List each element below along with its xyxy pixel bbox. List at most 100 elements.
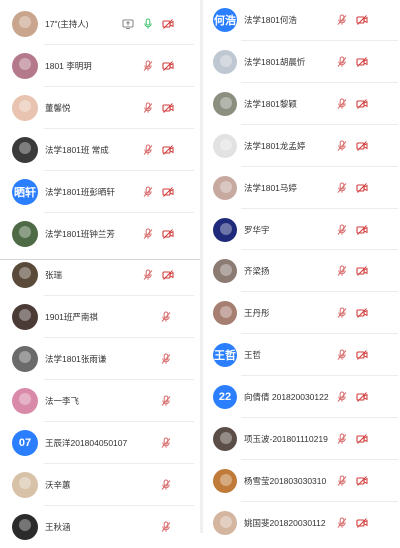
- mic-muted-icon[interactable]: [142, 144, 154, 156]
- participant-row[interactable]: 法学1801龙孟婷: [203, 125, 400, 167]
- video-off-icon[interactable]: [356, 433, 368, 445]
- participant-avatar[interactable]: [213, 217, 237, 242]
- mic-muted-icon[interactable]: [160, 437, 172, 449]
- participant-row[interactable]: 项玉波-201801110219: [203, 418, 400, 460]
- mic-muted-icon[interactable]: [142, 269, 154, 281]
- participant-avatar[interactable]: [213, 176, 237, 200]
- participant-avatar[interactable]: [12, 346, 38, 372]
- participant-avatar[interactable]: [12, 262, 38, 288]
- participant-row[interactable]: 沃辛蕙: [0, 464, 200, 506]
- video-off-icon[interactable]: [356, 14, 368, 26]
- participant-row[interactable]: 07 王辰洋201804050107: [0, 422, 200, 464]
- video-off-icon[interactable]: [356, 224, 368, 236]
- participant-row[interactable]: 晒轩 法学1801班彭晒轩: [0, 171, 200, 213]
- participant-row[interactable]: 法一李飞: [0, 380, 200, 422]
- video-off-icon[interactable]: [356, 140, 368, 152]
- mic-muted-icon[interactable]: [336, 307, 348, 319]
- participant-row[interactable]: 17"(主持人): [0, 2, 200, 45]
- participant-avatar[interactable]: [12, 472, 38, 498]
- mic-muted-icon[interactable]: [336, 56, 348, 68]
- video-off-icon[interactable]: [162, 186, 174, 198]
- video-off-icon[interactable]: [162, 269, 174, 281]
- participant-row[interactable]: 法学1801班 常成: [0, 129, 200, 171]
- participant-avatar[interactable]: 王哲: [213, 343, 237, 367]
- video-off-icon[interactable]: [356, 475, 368, 487]
- participant-avatar[interactable]: [213, 92, 237, 116]
- video-off-icon[interactable]: [162, 102, 174, 114]
- participant-avatar[interactable]: [12, 514, 38, 540]
- mic-muted-icon[interactable]: [336, 265, 348, 277]
- participant-row[interactable]: 法学1801马婷: [203, 167, 400, 209]
- participant-row[interactable]: 1901班严南祺: [0, 296, 200, 338]
- participant-avatar[interactable]: [12, 53, 38, 79]
- participant-row[interactable]: 王丹彤: [203, 292, 400, 334]
- participant-avatar[interactable]: [213, 134, 237, 158]
- video-off-icon[interactable]: [162, 60, 174, 72]
- participant-avatar[interactable]: 22: [213, 385, 237, 409]
- mic-muted-icon[interactable]: [160, 353, 172, 365]
- participant-avatar[interactable]: [12, 137, 38, 163]
- mic-icon[interactable]: [142, 18, 154, 30]
- participant-row[interactable]: 法学1801班钟兰芳: [0, 213, 200, 254]
- participant-avatar[interactable]: [12, 388, 38, 414]
- mic-muted-icon[interactable]: [336, 517, 348, 529]
- video-off-icon[interactable]: [162, 144, 174, 156]
- video-off-icon[interactable]: [162, 18, 174, 30]
- participant-row[interactable]: 张瑞: [0, 254, 200, 296]
- video-off-icon[interactable]: [356, 98, 368, 110]
- mic-muted-icon[interactable]: [336, 433, 348, 445]
- mic-muted-icon[interactable]: [160, 521, 172, 533]
- participant-row[interactable]: 法学1801黎颖: [203, 83, 400, 125]
- participant-avatar[interactable]: [213, 469, 237, 493]
- video-off-icon[interactable]: [356, 391, 368, 403]
- participant-row[interactable]: 罗华宇: [203, 209, 400, 250]
- mic-muted-icon[interactable]: [336, 182, 348, 194]
- participant-row[interactable]: 1801 李明玥: [0, 45, 200, 87]
- participant-row[interactable]: 齐梁扬: [203, 250, 400, 292]
- participant-row[interactable]: 王哲 王哲: [203, 334, 400, 376]
- participant-avatar[interactable]: 07: [12, 430, 38, 456]
- participant-name: 法学1801马婷: [244, 183, 297, 193]
- mic-muted-icon[interactable]: [142, 60, 154, 72]
- participant-avatar[interactable]: [213, 511, 237, 535]
- mic-muted-icon[interactable]: [160, 479, 172, 491]
- mic-muted-icon[interactable]: [336, 140, 348, 152]
- participant-avatar[interactable]: [213, 301, 237, 325]
- mic-muted-icon[interactable]: [160, 395, 172, 407]
- video-off-icon[interactable]: [356, 182, 368, 194]
- participant-avatar[interactable]: [12, 10, 38, 37]
- mic-muted-icon[interactable]: [336, 98, 348, 110]
- video-off-icon[interactable]: [356, 517, 368, 529]
- participant-avatar[interactable]: [213, 427, 237, 451]
- participant-avatar[interactable]: 何浩: [213, 8, 237, 32]
- participant-row[interactable]: 王秋涵: [0, 506, 200, 548]
- participant-row[interactable]: 杨雪莹201803030310: [203, 460, 400, 502]
- participant-row[interactable]: 姚国斐201820030112: [203, 502, 400, 544]
- mic-muted-icon[interactable]: [142, 186, 154, 198]
- participant-avatar[interactable]: [12, 220, 38, 247]
- mic-muted-icon[interactable]: [336, 224, 348, 236]
- mic-muted-icon[interactable]: [336, 14, 348, 26]
- mic-muted-icon[interactable]: [160, 311, 172, 323]
- participant-row[interactable]: 何浩 法学1801何浩: [203, 0, 400, 41]
- screen-share-icon[interactable]: [122, 18, 134, 30]
- mic-muted-icon[interactable]: [142, 228, 154, 240]
- participant-row[interactable]: 法学1801张雨谦: [0, 338, 200, 380]
- video-off-icon[interactable]: [356, 56, 368, 68]
- video-off-icon[interactable]: [356, 307, 368, 319]
- participant-row[interactable]: 法学1801胡晨忻: [203, 41, 400, 83]
- participant-avatar[interactable]: [213, 50, 237, 74]
- video-off-icon[interactable]: [356, 349, 368, 361]
- participant-avatar[interactable]: [12, 304, 38, 330]
- participant-row[interactable]: 董馨悦: [0, 87, 200, 129]
- participant-avatar[interactable]: [213, 259, 237, 283]
- mic-muted-icon[interactable]: [336, 349, 348, 361]
- mic-muted-icon[interactable]: [336, 475, 348, 487]
- video-off-icon[interactable]: [162, 228, 174, 240]
- participant-avatar[interactable]: [12, 95, 38, 121]
- mic-muted-icon[interactable]: [336, 391, 348, 403]
- participant-avatar[interactable]: 晒轩: [12, 179, 38, 205]
- participant-row[interactable]: 22 向倩倩 201820030122: [203, 376, 400, 418]
- video-off-icon[interactable]: [356, 265, 368, 277]
- mic-muted-icon[interactable]: [142, 102, 154, 114]
